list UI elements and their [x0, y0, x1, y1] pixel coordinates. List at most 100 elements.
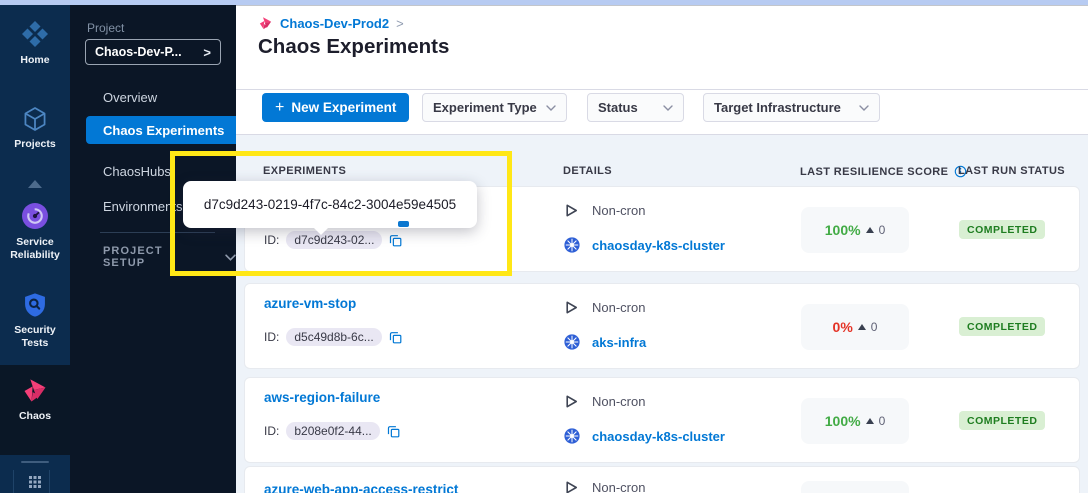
- project-sidebar: Project Chaos-Dev-P... > Overview Chaos …: [70, 5, 236, 493]
- chevron-down-icon: [859, 105, 869, 111]
- tooltip-text: d7c9d243-0219-4f7c-84c2-3004e59e4505: [204, 197, 456, 212]
- sidebar-item-overview[interactable]: Overview: [70, 84, 236, 110]
- resilience-score-box: 100% 0: [801, 207, 909, 253]
- rail-item-home[interactable]: Home: [0, 19, 70, 67]
- rail-item-label: Projects: [14, 138, 55, 151]
- divider: [49, 470, 50, 493]
- breadcrumb-project-link[interactable]: Chaos-Dev-Prod2: [280, 16, 389, 31]
- schedule-cell: Non-cron: [564, 394, 645, 409]
- projects-icon: [21, 105, 49, 133]
- chaos-icon: [21, 377, 49, 405]
- filter-label: Experiment Type: [433, 100, 537, 115]
- resilience-score-box: 100% 0: [801, 398, 909, 444]
- breadcrumb-separator: >: [396, 16, 404, 31]
- experiment-row: aws-region-failure ID: b208e0f2-44... No…: [244, 377, 1080, 463]
- plus-icon: +: [275, 100, 284, 116]
- schedule-label: Non-cron: [592, 203, 645, 218]
- play-icon: [564, 300, 579, 315]
- schedule-label: Non-cron: [592, 480, 645, 493]
- rail-item-projects[interactable]: Projects: [0, 105, 70, 151]
- column-header-label: LAST RESILIENCE SCORE: [800, 166, 948, 178]
- experiment-name-link[interactable]: aws-region-failure: [264, 390, 380, 405]
- security-tests-icon: [21, 291, 49, 319]
- rail-item-security-tests[interactable]: Security Tests: [0, 291, 70, 350]
- top-loading-strip: [0, 0, 1088, 5]
- rail-item-service-reliability[interactable]: Service Reliability: [0, 201, 70, 262]
- rail-item-chaos[interactable]: Chaos: [0, 377, 70, 423]
- resilience-score-box: 0% 0: [801, 304, 909, 350]
- status-badge: COMPLETED: [959, 220, 1045, 239]
- project-caption: Project: [87, 21, 124, 35]
- experiment-row: azure-web-app-access-restrict Non-cron: [244, 466, 1080, 493]
- id-label: ID:: [264, 233, 279, 247]
- schedule-cell: Non-cron: [564, 300, 645, 315]
- app-window: Home Projects Service Reliabil: [0, 0, 1088, 493]
- rail-item-label: Service Reliability: [10, 236, 60, 262]
- chevron-down-icon: [225, 254, 236, 261]
- trend-up-icon: [858, 324, 866, 330]
- infrastructure-link[interactable]: chaosday-k8s-cluster: [592, 238, 725, 253]
- infrastructure-link[interactable]: aks-infra: [592, 335, 646, 350]
- chevron-right-icon: >: [203, 45, 211, 60]
- schedule-cell: Non-cron: [564, 203, 645, 218]
- divider: [236, 89, 1088, 90]
- experiment-type-filter[interactable]: Experiment Type: [422, 93, 567, 122]
- rail-item-label: Security Tests: [0, 324, 70, 350]
- rail-item-label: Chaos: [19, 410, 51, 423]
- column-header-run-status: LAST RUN STATUS: [958, 165, 1065, 177]
- column-header-resilience-score: LAST RESILIENCE SCORE: [800, 165, 967, 178]
- project-selector-value: Chaos-Dev-P...: [95, 45, 182, 59]
- infrastructure-cell: chaosday-k8s-cluster: [564, 237, 725, 253]
- status-badge: COMPLETED: [959, 317, 1045, 336]
- column-header-details: DETAILS: [563, 165, 612, 177]
- status-badge: COMPLETED: [959, 411, 1045, 430]
- resilience-score-box: [801, 481, 909, 493]
- experiment-name-link-obscured[interactable]: [398, 221, 409, 227]
- infrastructure-cell: aks-infra: [564, 334, 646, 350]
- filter-label: Status: [598, 100, 638, 115]
- score-delta: 0: [879, 223, 886, 237]
- score-delta: 0: [879, 414, 886, 428]
- target-infrastructure-filter[interactable]: Target Infrastructure: [703, 93, 880, 122]
- chevron-down-icon: [663, 105, 673, 111]
- score-value: 0%: [833, 319, 853, 335]
- main-content: Chaos-Dev-Prod2 > Chaos Experiments + Ne…: [236, 5, 1088, 493]
- experiment-id-chip[interactable]: b208e0f2-44...: [286, 422, 379, 440]
- experiment-id-tooltip: d7c9d243-0219-4f7c-84c2-3004e59e4505: [183, 181, 477, 228]
- trend-up-icon: [866, 227, 874, 233]
- divider: [13, 470, 14, 493]
- page-title: Chaos Experiments: [258, 35, 449, 59]
- copy-icon[interactable]: [389, 234, 402, 247]
- chaos-module-icon: [258, 16, 273, 31]
- copy-icon[interactable]: [389, 331, 402, 344]
- project-selector[interactable]: Chaos-Dev-P... >: [85, 39, 221, 65]
- experiment-id-chip[interactable]: d7c9d243-02...: [286, 231, 382, 249]
- new-experiment-label: New Experiment: [291, 100, 396, 115]
- grid-icon: [28, 475, 42, 489]
- experiment-name-link[interactable]: azure-vm-stop: [264, 296, 356, 311]
- score-value: 100%: [825, 413, 861, 429]
- copy-icon[interactable]: [387, 425, 400, 438]
- project-setup-toggle[interactable]: PROJECT SETUP: [103, 245, 236, 269]
- collapse-up-icon[interactable]: [28, 180, 42, 188]
- sidebar-item-chaos-experiments[interactable]: Chaos Experiments: [86, 116, 236, 144]
- sidebar-item-label: Chaos Experiments: [103, 123, 224, 138]
- experiment-id-chip[interactable]: d5c49d8b-6c...: [286, 328, 381, 346]
- module-picker[interactable]: [0, 470, 70, 493]
- status-filter[interactable]: Status: [587, 93, 684, 122]
- rail-item-label: Home: [20, 54, 49, 67]
- sidebar-item-label: Overview: [103, 90, 157, 105]
- play-icon: [564, 394, 579, 409]
- service-reliability-icon: [20, 201, 50, 231]
- experiment-row: azure-vm-stop ID: d5c49d8b-6c... Non-cro…: [244, 283, 1080, 369]
- rail-divider: [21, 461, 49, 463]
- play-icon: [564, 480, 579, 493]
- score-delta: 0: [871, 320, 878, 334]
- project-setup-label: PROJECT SETUP: [103, 245, 201, 269]
- experiment-name-link[interactable]: azure-web-app-access-restrict: [264, 482, 458, 493]
- kubernetes-icon: [564, 334, 580, 350]
- infrastructure-link[interactable]: chaosday-k8s-cluster: [592, 429, 725, 444]
- kubernetes-icon: [564, 428, 580, 444]
- schedule-cell: Non-cron: [564, 480, 645, 493]
- new-experiment-button[interactable]: + New Experiment: [262, 93, 409, 122]
